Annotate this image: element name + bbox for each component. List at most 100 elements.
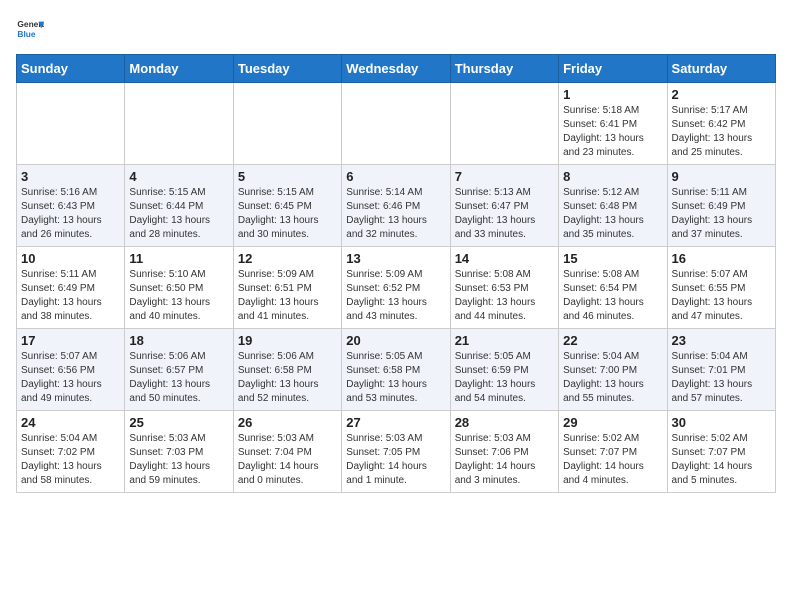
svg-text:Blue: Blue — [17, 29, 35, 39]
day-info: Sunrise: 5:14 AMSunset: 6:46 PMDaylight:… — [346, 186, 445, 242]
day-cell: 17 Sunrise: 5:07 AMSunset: 6:56 PMDayligh… — [17, 329, 125, 411]
day-info: Sunrise: 5:02 AMSunset: 7:07 PMDaylight:… — [672, 432, 771, 488]
day-number: 4 — [129, 169, 228, 184]
day-cell: 10 Sunrise: 5:11 AMSunset: 6:49 PMDayligh… — [17, 247, 125, 329]
day-info: Sunrise: 5:02 AMSunset: 7:07 PMDaylight:… — [563, 432, 662, 488]
day-info: Sunrise: 5:08 AMSunset: 6:53 PMDaylight:… — [455, 268, 554, 324]
day-cell: 28 Sunrise: 5:03 AMSunset: 7:06 PMDayligh… — [450, 411, 558, 493]
day-info: Sunrise: 5:08 AMSunset: 6:54 PMDaylight:… — [563, 268, 662, 324]
day-info: Sunrise: 5:11 AMSunset: 6:49 PMDaylight:… — [21, 268, 120, 324]
week-row-2: 3Sunrise: 5:16 AMSunset: 6:43 PMDaylight… — [17, 165, 776, 247]
day-number: 8 — [563, 169, 662, 184]
day-info: Sunrise: 5:07 AMSunset: 6:55 PMDaylight:… — [672, 268, 771, 324]
day-number: 25 — [129, 415, 228, 430]
day-number: 15 — [563, 251, 662, 266]
day-info: Sunrise: 5:15 AMSunset: 6:44 PMDaylight:… — [129, 186, 228, 242]
day-info: Sunrise: 5:03 AMSunset: 7:06 PMDaylight:… — [455, 432, 554, 488]
day-cell: 12 Sunrise: 5:09 AMSunset: 6:51 PMDayligh… — [233, 247, 341, 329]
day-number: 1 — [563, 87, 662, 102]
day-info: Sunrise: 5:13 AMSunset: 6:47 PMDaylight:… — [455, 186, 554, 242]
day-info: Sunrise: 5:04 AMSunset: 7:01 PMDaylight:… — [672, 350, 771, 406]
day-info: Sunrise: 5:11 AMSunset: 6:49 PMDaylight:… — [672, 186, 771, 242]
day-info: Sunrise: 5:16 AMSunset: 6:43 PMDaylight:… — [21, 186, 120, 242]
day-cell — [450, 83, 558, 165]
day-cell — [342, 83, 450, 165]
day-number: 30 — [672, 415, 771, 430]
day-number: 5 — [238, 169, 337, 184]
day-number: 16 — [672, 251, 771, 266]
day-info: Sunrise: 5:09 AMSunset: 6:52 PMDaylight:… — [346, 268, 445, 324]
column-header-monday: Monday — [125, 55, 233, 83]
day-info: Sunrise: 5:03 AMSunset: 7:03 PMDaylight:… — [129, 432, 228, 488]
day-number: 6 — [346, 169, 445, 184]
column-header-saturday: Saturday — [667, 55, 775, 83]
day-cell: 22Sunrise: 5:04 AMSunset: 7:00 PMDayligh… — [559, 329, 667, 411]
day-cell: 3Sunrise: 5:16 AMSunset: 6:43 PMDaylight… — [17, 165, 125, 247]
day-cell: 13 Sunrise: 5:09 AMSunset: 6:52 PMDayligh… — [342, 247, 450, 329]
day-cell: 5 Sunrise: 5:15 AMSunset: 6:45 PMDaylight… — [233, 165, 341, 247]
day-cell: 20Sunrise: 5:05 AMSunset: 6:58 PMDayligh… — [342, 329, 450, 411]
day-cell: 21 Sunrise: 5:05 AMSunset: 6:59 PMDayligh… — [450, 329, 558, 411]
day-info: Sunrise: 5:05 AMSunset: 6:59 PMDaylight:… — [455, 350, 554, 406]
day-cell: 25 Sunrise: 5:03 AMSunset: 7:03 PMDayligh… — [125, 411, 233, 493]
day-cell: 16 Sunrise: 5:07 AMSunset: 6:55 PMDayligh… — [667, 247, 775, 329]
week-row-1: 1 Sunrise: 5:18 AMSunset: 6:41 PMDaylight… — [17, 83, 776, 165]
day-number: 17 — [21, 333, 120, 348]
day-number: 21 — [455, 333, 554, 348]
day-number: 26 — [238, 415, 337, 430]
day-number: 2 — [672, 87, 771, 102]
day-cell: 11 Sunrise: 5:10 AMSunset: 6:50 PMDayligh… — [125, 247, 233, 329]
day-cell: 7 Sunrise: 5:13 AMSunset: 6:47 PMDaylight… — [450, 165, 558, 247]
day-cell: 8Sunrise: 5:12 AMSunset: 6:48 PMDaylight… — [559, 165, 667, 247]
calendar-header-row: SundayMondayTuesdayWednesdayThursdayFrid… — [17, 55, 776, 83]
day-cell — [17, 83, 125, 165]
day-number: 12 — [238, 251, 337, 266]
day-info: Sunrise: 5:04 AMSunset: 7:00 PMDaylight:… — [563, 350, 662, 406]
week-row-5: 24 Sunrise: 5:04 AMSunset: 7:02 PMDayligh… — [17, 411, 776, 493]
day-cell: 23 Sunrise: 5:04 AMSunset: 7:01 PMDayligh… — [667, 329, 775, 411]
day-info: Sunrise: 5:04 AMSunset: 7:02 PMDaylight:… — [21, 432, 120, 488]
day-cell — [125, 83, 233, 165]
day-cell: 26 Sunrise: 5:03 AMSunset: 7:04 PMDayligh… — [233, 411, 341, 493]
day-cell — [233, 83, 341, 165]
day-number: 23 — [672, 333, 771, 348]
day-number: 24 — [21, 415, 120, 430]
day-cell: 24 Sunrise: 5:04 AMSunset: 7:02 PMDayligh… — [17, 411, 125, 493]
day-number: 10 — [21, 251, 120, 266]
day-cell: 15 Sunrise: 5:08 AMSunset: 6:54 PMDayligh… — [559, 247, 667, 329]
day-info: Sunrise: 5:06 AMSunset: 6:57 PMDaylight:… — [129, 350, 228, 406]
day-info: Sunrise: 5:03 AMSunset: 7:05 PMDaylight:… — [346, 432, 445, 488]
day-number: 28 — [455, 415, 554, 430]
day-info: Sunrise: 5:05 AMSunset: 6:58 PMDaylight:… — [346, 350, 445, 406]
column-header-thursday: Thursday — [450, 55, 558, 83]
day-cell: 6 Sunrise: 5:14 AMSunset: 6:46 PMDaylight… — [342, 165, 450, 247]
day-info: Sunrise: 5:10 AMSunset: 6:50 PMDaylight:… — [129, 268, 228, 324]
day-cell: 30 Sunrise: 5:02 AMSunset: 7:07 PMDayligh… — [667, 411, 775, 493]
calendar: SundayMondayTuesdayWednesdayThursdayFrid… — [16, 54, 776, 493]
day-info: Sunrise: 5:18 AMSunset: 6:41 PMDaylight:… — [563, 104, 662, 160]
day-number: 29 — [563, 415, 662, 430]
column-header-sunday: Sunday — [17, 55, 125, 83]
day-cell: 14Sunrise: 5:08 AMSunset: 6:53 PMDayligh… — [450, 247, 558, 329]
column-header-tuesday: Tuesday — [233, 55, 341, 83]
day-info: Sunrise: 5:03 AMSunset: 7:04 PMDaylight:… — [238, 432, 337, 488]
day-number: 18 — [129, 333, 228, 348]
day-info: Sunrise: 5:17 AMSunset: 6:42 PMDaylight:… — [672, 104, 771, 160]
day-number: 7 — [455, 169, 554, 184]
week-row-3: 10 Sunrise: 5:11 AMSunset: 6:49 PMDayligh… — [17, 247, 776, 329]
week-row-4: 17 Sunrise: 5:07 AMSunset: 6:56 PMDayligh… — [17, 329, 776, 411]
logo-icon: General Blue — [16, 16, 44, 44]
day-info: Sunrise: 5:09 AMSunset: 6:51 PMDaylight:… — [238, 268, 337, 324]
day-cell: 2 Sunrise: 5:17 AMSunset: 6:42 PMDaylight… — [667, 83, 775, 165]
column-header-wednesday: Wednesday — [342, 55, 450, 83]
day-cell: 19Sunrise: 5:06 AMSunset: 6:58 PMDayligh… — [233, 329, 341, 411]
day-cell: 18 Sunrise: 5:06 AMSunset: 6:57 PMDayligh… — [125, 329, 233, 411]
day-number: 9 — [672, 169, 771, 184]
day-info: Sunrise: 5:15 AMSunset: 6:45 PMDaylight:… — [238, 186, 337, 242]
page-header: General Blue — [16, 16, 776, 44]
day-cell: 1 Sunrise: 5:18 AMSunset: 6:41 PMDaylight… — [559, 83, 667, 165]
day-number: 11 — [129, 251, 228, 266]
column-header-friday: Friday — [559, 55, 667, 83]
day-info: Sunrise: 5:07 AMSunset: 6:56 PMDaylight:… — [21, 350, 120, 406]
day-number: 13 — [346, 251, 445, 266]
